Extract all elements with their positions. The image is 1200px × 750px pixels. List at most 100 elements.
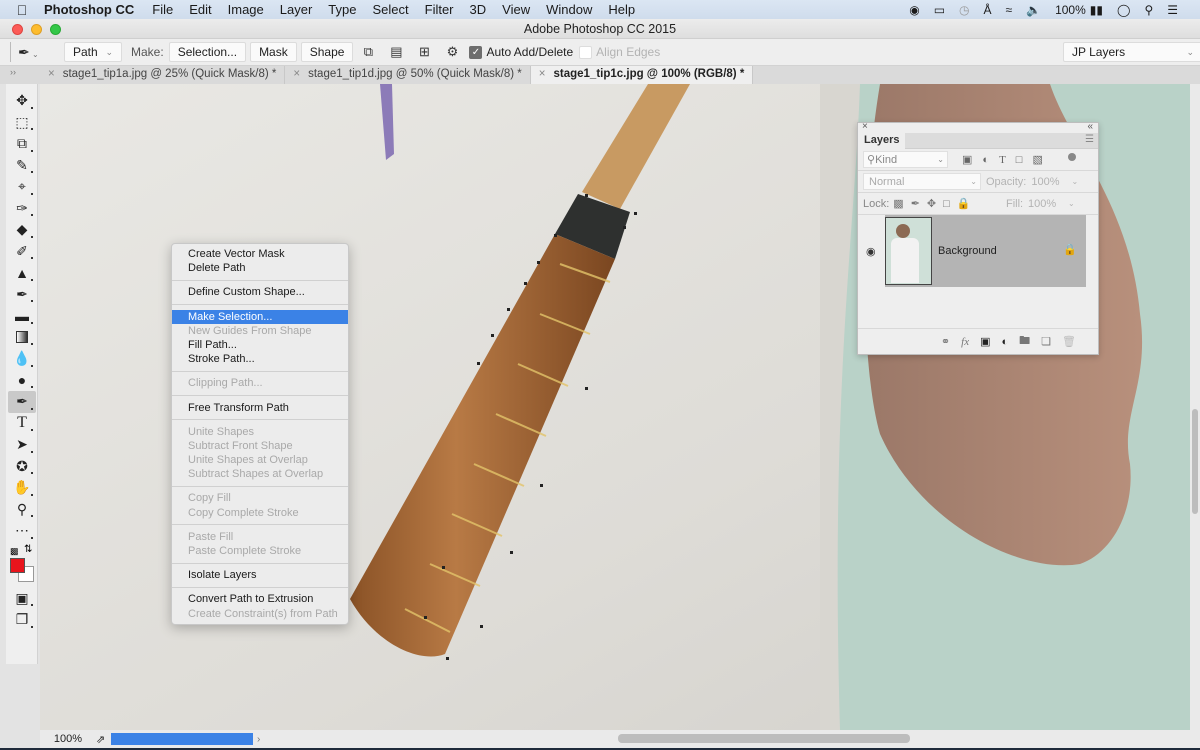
- menu-item-stroke-path[interactable]: Stroke Path...: [172, 352, 348, 366]
- volume-icon[interactable]: 🔈: [1026, 3, 1041, 17]
- menu-window[interactable]: Window: [546, 2, 592, 17]
- zoom-tool-icon[interactable]: ⚲: [8, 499, 36, 521]
- layer-style-icon[interactable]: fx: [961, 336, 969, 348]
- make-selection-button[interactable]: Selection...: [168, 42, 247, 62]
- crop-tool-icon[interactable]: ⌖: [8, 176, 36, 198]
- document-info-field[interactable]: [111, 733, 253, 745]
- path-alignment-icon[interactable]: ▤: [385, 44, 407, 60]
- toolbar-collapse[interactable]: ››: [0, 66, 40, 84]
- close-panel-icon[interactable]: ×: [862, 121, 868, 132]
- custom-shape-tool-icon[interactable]: ✪: [8, 456, 36, 478]
- workspace-select[interactable]: JP Layers ⌄: [1063, 42, 1200, 62]
- path-selection-tool-icon[interactable]: ➤: [8, 434, 36, 456]
- menu-edit[interactable]: Edit: [189, 2, 211, 17]
- pen-tool-icon[interactable]: ✒: [8, 391, 36, 413]
- horizontal-scroll-thumb[interactable]: [618, 734, 910, 743]
- path-arrangement-icon[interactable]: ⊞: [413, 44, 435, 60]
- gear-icon[interactable]: ⚙: [441, 44, 463, 60]
- healing-brush-tool-icon[interactable]: ◆: [8, 219, 36, 241]
- zoom-level[interactable]: 100%: [40, 733, 96, 745]
- default-colors-icon[interactable]: ▩: [10, 546, 19, 557]
- auto-add-delete-checkbox[interactable]: ✓: [469, 45, 483, 59]
- menu-item-delete-path[interactable]: Delete Path: [172, 261, 348, 275]
- notification-center-icon[interactable]: ☰: [1167, 3, 1178, 17]
- marquee-tool-icon[interactable]: ⬚: [8, 112, 36, 134]
- dodge-tool-icon[interactable]: ●: [8, 370, 36, 392]
- filter-smart-object-icon[interactable]: ▧: [1032, 154, 1052, 166]
- menu-type[interactable]: Type: [328, 2, 356, 17]
- menu-help[interactable]: Help: [608, 2, 635, 17]
- airplay-icon[interactable]: ▭: [934, 3, 945, 17]
- menu-filter[interactable]: Filter: [425, 2, 454, 17]
- menu-item-create-vector-mask[interactable]: Create Vector Mask: [172, 247, 348, 261]
- lock-position-icon[interactable]: ✥: [927, 198, 943, 210]
- menu-item-make-selection[interactable]: Make Selection...: [172, 309, 348, 324]
- filter-adjustment-icon[interactable]: ◐: [982, 154, 999, 166]
- app-menu[interactable]: Photoshop CC: [44, 2, 134, 17]
- delete-layer-icon[interactable]: 🗑: [1062, 335, 1076, 348]
- foreground-color-swatch[interactable]: [10, 557, 25, 573]
- screen-mode-icon[interactable]: ❐: [8, 609, 36, 631]
- menu-item-define-custom-shape[interactable]: Define Custom Shape...: [172, 285, 348, 299]
- wifi-icon[interactable]: ≈: [1006, 3, 1013, 17]
- swap-colors-icon[interactable]: ⇅: [24, 544, 32, 555]
- chevron-right-icon[interactable]: ›: [257, 734, 260, 745]
- tab-stage1-tip1d[interactable]: × stage1_tip1d.jpg @ 50% (Quick Mask/8) *: [285, 66, 531, 84]
- visibility-eye-icon[interactable]: ◉: [866, 245, 876, 258]
- close-tab-icon[interactable]: ×: [539, 68, 546, 80]
- type-tool-icon[interactable]: T: [8, 413, 36, 435]
- path-operations-icon[interactable]: ⧉: [357, 44, 379, 60]
- tab-stage1-tip1c[interactable]: × stage1_tip1c.jpg @ 100% (RGB/8) *: [530, 66, 754, 84]
- apple-icon[interactable]: : [0, 2, 44, 18]
- layer-row-background[interactable]: ◉ Background 🔒: [858, 215, 1098, 289]
- menu-3d[interactable]: 3D: [470, 2, 487, 17]
- make-shape-button[interactable]: Shape: [300, 42, 354, 62]
- menu-view[interactable]: View: [502, 2, 530, 17]
- clock-icon[interactable]: ◯: [1117, 3, 1130, 17]
- layer-name[interactable]: Background: [938, 245, 997, 257]
- lasso-tool-icon[interactable]: ⧉: [8, 133, 36, 155]
- menu-item-isolate-layers[interactable]: Isolate Layers: [172, 568, 348, 582]
- collapse-panel-icon[interactable]: «: [1087, 121, 1093, 132]
- export-icon[interactable]: ⇗: [96, 733, 108, 746]
- tab-layers[interactable]: Layers: [858, 133, 906, 149]
- eyedropper-tool-icon[interactable]: ✑: [8, 198, 36, 220]
- more-tools-icon[interactable]: ⋯: [8, 520, 36, 542]
- vertical-scrollbar[interactable]: [1190, 84, 1200, 730]
- vertical-scroll-thumb[interactable]: [1192, 409, 1198, 514]
- quick-mask-icon[interactable]: ▣: [8, 588, 36, 610]
- location-icon[interactable]: ◉: [909, 3, 919, 17]
- filter-shape-icon[interactable]: □: [1016, 154, 1033, 166]
- quick-selection-tool-icon[interactable]: ✎: [8, 155, 36, 177]
- lock-artboard-icon[interactable]: □: [943, 198, 957, 210]
- options-grip[interactable]: [10, 42, 18, 62]
- pen-tool-icon[interactable]: ✒ ⌄: [18, 44, 54, 61]
- move-tool-icon[interactable]: ✥: [8, 90, 36, 112]
- link-layers-icon[interactable]: ⚭: [941, 335, 950, 348]
- opacity-value[interactable]: 100%: [1031, 176, 1059, 188]
- lock-image-icon[interactable]: ✒: [911, 198, 927, 210]
- add-mask-icon[interactable]: ▣: [980, 335, 990, 348]
- menu-file[interactable]: File: [152, 2, 173, 17]
- lock-transparent-icon[interactable]: ▩: [893, 198, 910, 210]
- filter-toggle[interactable]: [1068, 153, 1076, 161]
- filter-type-icon[interactable]: T: [999, 154, 1016, 166]
- adjustment-layer-icon[interactable]: ◐: [1002, 336, 1009, 348]
- bluetooth-icon[interactable]: Å: [984, 3, 992, 17]
- menu-layer[interactable]: Layer: [280, 2, 313, 17]
- filter-kind-select[interactable]: ⚲ Kind ⌄: [863, 151, 948, 168]
- tab-stage1-tip1a[interactable]: × stage1_tip1a.jpg @ 25% (Quick Mask/8) *: [40, 66, 286, 84]
- spotlight-icon[interactable]: ⚲: [1144, 3, 1153, 17]
- chevron-down-icon[interactable]: ⌄: [1068, 199, 1075, 208]
- fill-value[interactable]: 100%: [1028, 198, 1056, 210]
- menu-select[interactable]: Select: [372, 2, 408, 17]
- close-tab-icon[interactable]: ×: [48, 68, 55, 80]
- menu-image[interactable]: Image: [228, 2, 264, 17]
- eraser-tool-icon[interactable]: ▬: [8, 305, 36, 327]
- hand-tool-icon[interactable]: ✋: [8, 477, 36, 499]
- menu-item-fill-path[interactable]: Fill Path...: [172, 338, 348, 352]
- new-group-icon[interactable]: 🖿: [1019, 332, 1030, 351]
- battery-icon[interactable]: ▮▮: [1090, 3, 1103, 17]
- menu-item-convert-path-to-extrusion[interactable]: Convert Path to Extrusion: [172, 592, 348, 606]
- history-brush-tool-icon[interactable]: ✒: [8, 284, 36, 306]
